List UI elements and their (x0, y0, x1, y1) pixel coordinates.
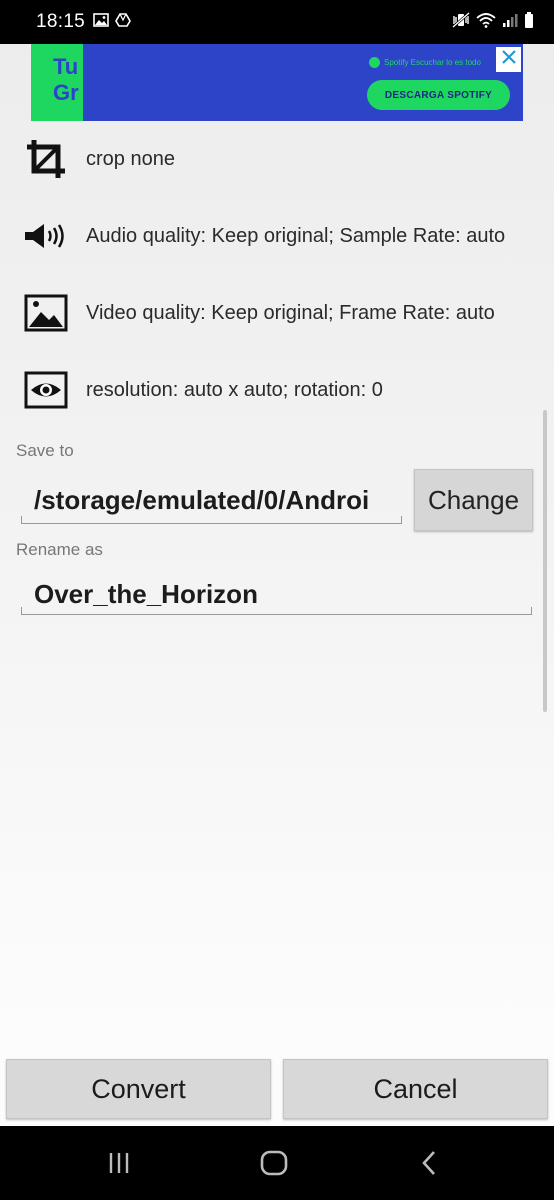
ad-green-panel: Tu Gr (31, 44, 83, 121)
rename-label: Rename as (16, 540, 103, 559)
setting-row-audio[interactable]: Audio quality: Keep original; Sample Rat… (24, 213, 544, 259)
change-button[interactable]: Change (414, 469, 533, 531)
setting-label-crop: crop none (86, 147, 175, 170)
crop-icon (24, 137, 68, 181)
speaker-icon (24, 214, 68, 258)
status-time: 18:15 (36, 11, 86, 32)
drive-icon (115, 12, 131, 32)
ad-green-text: Tu Gr (53, 54, 83, 106)
system-nav-bar (0, 1126, 554, 1200)
recent-apps-button[interactable] (99, 1148, 139, 1182)
home-icon (259, 1149, 289, 1182)
ad-green-line-2: Gr (53, 80, 79, 105)
ad-banner[interactable]: Tu Gr Spotify Escuchar lo es todo DESCAR… (31, 44, 523, 121)
back-button[interactable] (409, 1148, 449, 1182)
ad-close-button[interactable] (496, 47, 521, 72)
signal-icon (502, 12, 518, 33)
ad-green-line-1: Tu (53, 54, 79, 79)
spotify-logo-icon (369, 57, 380, 68)
save-to-label: Save to (16, 441, 74, 460)
rename-underline (21, 607, 532, 615)
setting-row-video[interactable]: Video quality: Keep original; Frame Rate… (24, 290, 544, 336)
home-button[interactable] (254, 1148, 294, 1182)
setting-label-resolution: resolution: auto x auto; rotation: 0 (86, 378, 383, 401)
ad-cta-button[interactable]: DESCARGA SPOTIFY (367, 80, 510, 110)
battery-icon (524, 11, 534, 33)
setting-row-resolution[interactable]: resolution: auto x auto; rotation: 0 (24, 367, 544, 413)
eye-icon (24, 368, 68, 412)
scrollbar[interactable] (543, 410, 547, 712)
cancel-button[interactable]: Cancel (283, 1059, 548, 1119)
save-path-underline (21, 516, 402, 524)
recent-apps-icon (106, 1151, 132, 1180)
ad-sponsor-text: Spotify Escuchar lo es todo (384, 58, 481, 67)
status-bar: 18:15 (0, 0, 554, 44)
close-icon (501, 49, 517, 70)
wifi-icon (476, 12, 496, 33)
setting-label-audio: Audio quality: Keep original; Sample Rat… (86, 224, 506, 247)
image-icon (93, 12, 109, 32)
setting-row-crop[interactable]: crop none (24, 136, 544, 182)
back-icon (419, 1149, 439, 1182)
ad-sponsor-line: Spotify Escuchar lo es todo (369, 57, 481, 68)
setting-label-video: Video quality: Keep original; Frame Rate… (86, 301, 495, 324)
image-icon (24, 291, 68, 335)
convert-button[interactable]: Convert (6, 1059, 271, 1119)
mute-vibrate-icon (452, 11, 470, 33)
